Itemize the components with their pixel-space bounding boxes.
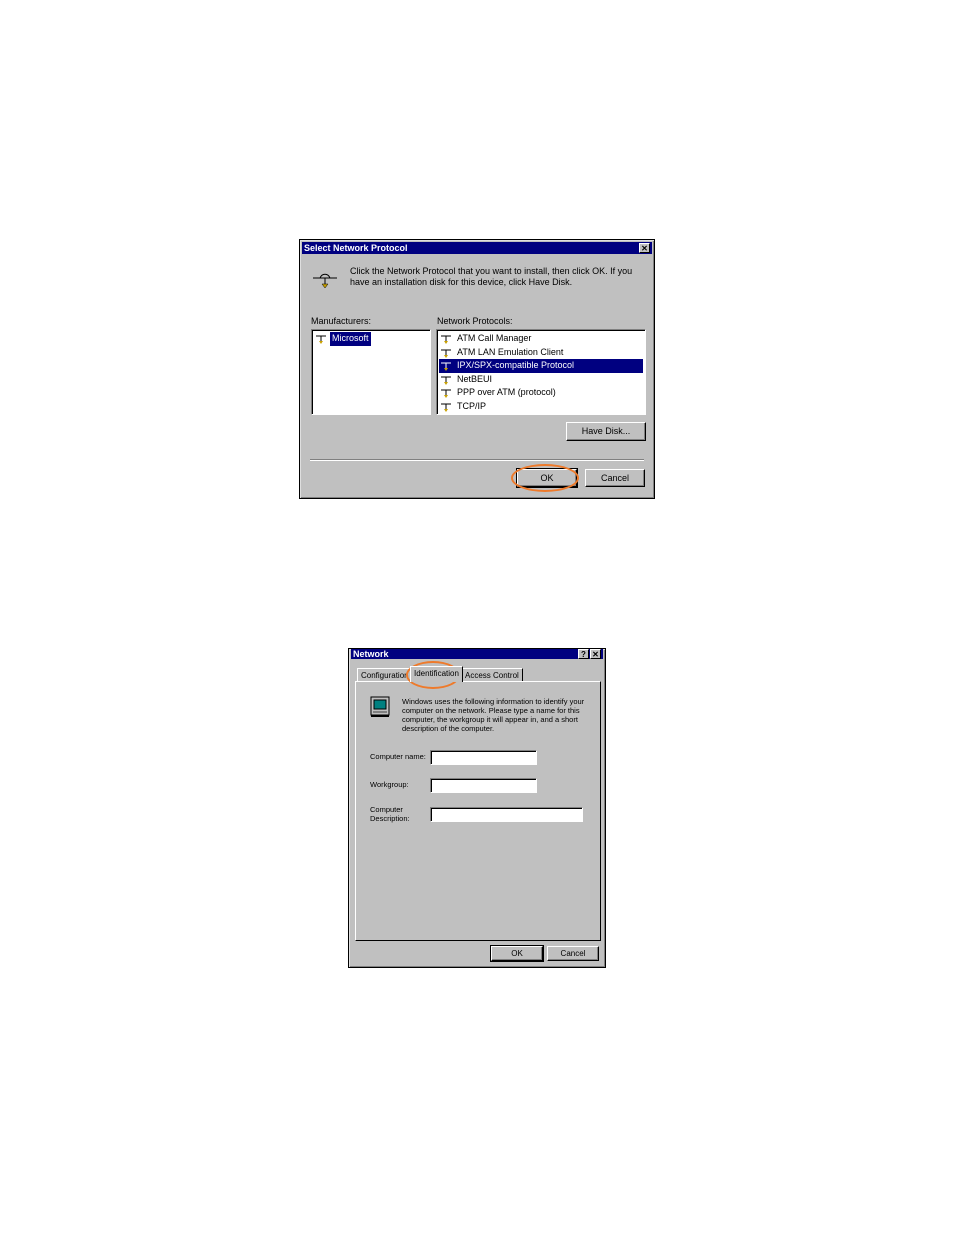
network-protocol-icon [441, 403, 451, 412]
protocol-item-label: NetBEUI [457, 373, 493, 384]
computer-description-input[interactable] [430, 807, 583, 822]
workgroup-label: Workgroup: [370, 780, 409, 789]
protocol-item-label: ATM Call Manager [457, 333, 532, 343]
identification-info-text: Windows uses the following information t… [402, 697, 585, 733]
protocol-item[interactable]: ATM LAN Emulation Client [439, 346, 643, 360]
manufacturer-item-label: Microsoft [330, 332, 371, 346]
network-protocols-list[interactable]: ATM Call Manager ATM LAN Emulation Clien… [436, 329, 646, 415]
network-dialog: Network ? ✕ Configuration Identification… [348, 648, 606, 968]
network-protocol-icon [441, 362, 451, 372]
computer-identification-icon [370, 696, 390, 717]
ok-button[interactable]: OK [490, 945, 544, 962]
workgroup-input[interactable] [430, 778, 537, 793]
protocol-item-selected[interactable]: IPX/SPX-compatible Protocol [439, 359, 643, 373]
network-protocol-icon [313, 273, 337, 289]
network-protocol-icon [316, 335, 326, 344]
protocol-item-label: TCP/IP [457, 400, 487, 411]
protocol-item-label: IPX/SPX-compatible Protocol [455, 359, 577, 373]
select-network-protocol-dialog: Select Network Protocol ✕ Click the Netw… [299, 239, 655, 499]
tab-access-control[interactable]: Access Control [461, 668, 523, 682]
protocol-item[interactable]: PPP over ATM (protocol) [439, 386, 643, 400]
dialog-title-bar: Select Network Protocol ✕ [302, 242, 652, 254]
separator [310, 459, 644, 461]
protocol-item[interactable]: ATM Call Manager [439, 332, 643, 346]
have-disk-button[interactable]: Have Disk... [566, 422, 646, 441]
instruction-text: Click the Network Protocol that you want… [350, 266, 633, 287]
identification-panel: Windows uses the following information t… [355, 681, 601, 941]
dialog-title: Select Network Protocol [304, 243, 408, 253]
protocol-item-label: ATM LAN Emulation Client [457, 346, 564, 357]
network-protocol-icon [441, 389, 451, 399]
network-protocol-icon [441, 349, 451, 358]
protocol-item-label: PPP over ATM (protocol) [457, 387, 556, 398]
ok-button-highlight [511, 464, 579, 492]
cancel-button[interactable]: Cancel [585, 469, 645, 487]
network-protocols-label: Network Protocols: [437, 316, 513, 326]
close-icon[interactable]: ✕ [639, 243, 650, 253]
dialog-title: Network [353, 649, 389, 659]
protocol-item[interactable]: TCP/IP [439, 400, 643, 414]
computer-name-input[interactable] [430, 750, 537, 765]
protocol-item[interactable]: NetBEUI [439, 373, 643, 387]
manufacturers-list[interactable]: Microsoft [311, 329, 431, 415]
network-protocol-icon [441, 376, 451, 385]
computer-name-label: Computer name: [370, 752, 426, 761]
computer-description-label: Computer Description: [370, 805, 410, 823]
tab-identification[interactable]: Identification [410, 666, 463, 682]
cancel-button[interactable]: Cancel [547, 946, 599, 961]
tab-configuration[interactable]: Configuration [357, 668, 413, 682]
dialog-title-bar: Network ? ✕ [351, 649, 603, 659]
manufacturers-label: Manufacturers: [311, 316, 372, 326]
close-icon[interactable]: ✕ [590, 649, 601, 659]
manufacturer-item[interactable]: Microsoft [314, 332, 428, 346]
help-icon[interactable]: ? [578, 649, 589, 659]
network-protocol-icon [441, 335, 451, 344]
